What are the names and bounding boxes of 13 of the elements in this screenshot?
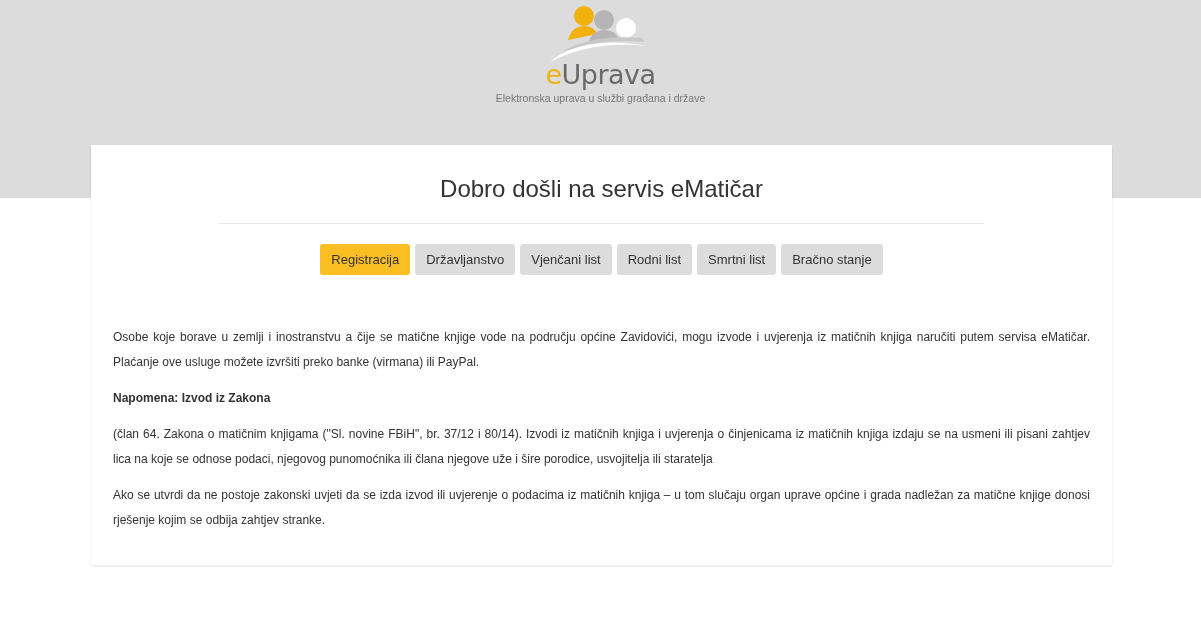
- note-heading: Napomena: Izvod iz Zakona: [113, 390, 272, 407]
- paragraph: Osobe koje borave u zemlji i inostranstvu a čije se matične knjige vode na području općine Zavidovići, mogu izvode i uvjerenja iz matičnih knjiga naručiti putem servisa eMatičar. Plaćanje ove usluge možete izvršiti preko banke (virmana) ili PayPal.: [113, 329, 1090, 371]
- tagline: Elektronska uprava u službi građana i države: [495, 92, 706, 104]
- page-title: Dobro došli na servis eMatičar: [440, 175, 763, 203]
- paragraph: (član 64. Zakona o matičnim knjigama ("Sl. novine FBiH", br. 37/12 i 80/14). Izvodi iz matičnih knjiga i uvjerenja o činjenicama iz matičnih knjiga izdaju se na usmeni ili pisani zahtjev lica na koje se odnose podaci, njegovog punomoćnika ili člana njegove uže i šire porodice, usvojitelja ili staratelja: [113, 426, 1090, 468]
- tab[interactable]: Registracija: [320, 244, 411, 275]
- tab[interactable]: Rodni list: [616, 244, 693, 275]
- tab[interactable]: Vjenčani list: [520, 244, 612, 275]
- tab[interactable]: Državljanstvo: [415, 244, 516, 275]
- paragraph: Ako se utvrdi da ne postoje zakonski uvjeti da se izda izvod ili uvjerenje o podacima iz matičnih knjiga – u tom slučaju organ uprave općine i grada nadležan za matične knjige donosi rješenje kojim se odbija zahtjev stranke.: [113, 487, 1090, 529]
- tab[interactable]: Bračno stanje: [781, 244, 883, 275]
- tab[interactable]: Smrtni list: [697, 244, 777, 275]
- logo-text: eUprava: [545, 60, 656, 90]
